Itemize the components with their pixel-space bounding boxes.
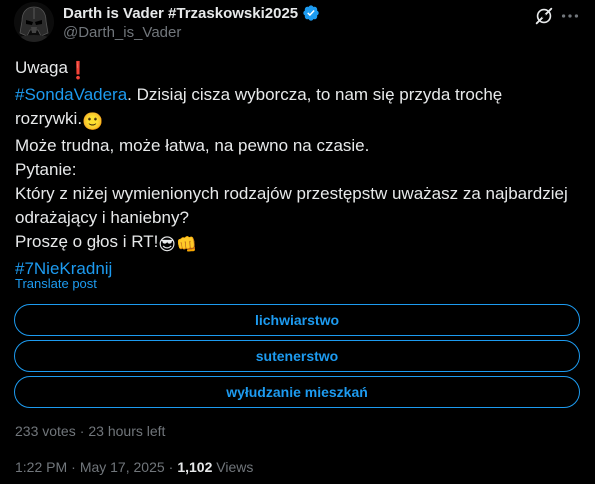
views-label: Views [216,459,254,475]
post-line: Który z niżej wymienionych rodzajów prze… [15,184,568,203]
views-count: 1,102 [177,459,213,475]
post-line: Proszę o głos i RT!😎👊 [15,230,585,257]
poll-votes: 233 votes [15,423,76,439]
poll-option[interactable]: wyłudzanie mieszkań [14,376,580,408]
post-date[interactable]: May 17, 2025 [80,459,165,475]
separator: · [79,423,85,439]
post-time[interactable]: 1:22 PM [15,459,67,475]
smiley-emoji-icon: 🙂 [82,112,104,131]
post-line: rozrywki.🙂 [15,107,585,134]
avatar[interactable] [14,2,54,42]
post-text-segment: . Dzisiaj cisza wyborcza, to nam się prz… [127,85,503,104]
post-line: odrażający i haniebny? [15,208,189,227]
poll: lichwiarstwo sutenerstwo wyłudzanie mies… [14,304,580,412]
fist-emoji-icon: 👊 [176,235,198,254]
user-handle[interactable]: @Darth_is_Vader [63,24,181,41]
post-card: Darth is Vader #Trzaskowski2025 @Darth_i… [0,0,595,484]
name-line: Darth is Vader #Trzaskowski2025 [63,4,320,22]
post-timestamp-row: 1:22 PM · May 17, 2025 · 1,102 Views [15,459,253,475]
hashtag-link[interactable]: #SondaVadera [15,85,127,104]
more-options-icon[interactable] [559,5,581,27]
separator: · [71,459,76,475]
poll-meta: 233 votes · 23 hours left [15,423,165,439]
post-line: Może trudna, może łatwa, na pewno na cza… [15,136,370,155]
poll-option[interactable]: lichwiarstwo [14,304,580,336]
post-header: Darth is Vader #Trzaskowski2025 @Darth_i… [14,2,581,44]
post-line: #SondaVadera. Dzisiaj cisza wyborcza, to… [15,83,585,107]
post-line: Uwaga❗ [15,56,585,83]
post-text-segment: rozrywki. [15,109,83,128]
display-name[interactable]: Darth is Vader #Trzaskowski2025 [63,5,298,22]
verified-badge-icon [302,4,320,22]
poll-option[interactable]: sutenerstwo [14,340,580,372]
poll-time-left: 23 hours left [88,423,166,439]
separator: · [168,459,174,475]
post-line: #7NieKradnij [15,257,585,281]
darth-vader-helmet-avatar-icon [14,2,54,42]
post-text-segment: Proszę o głos i RT! [15,232,159,251]
exclamation-emoji-icon: ❗ [67,61,90,80]
sunglasses-emoji-icon: 😎 [158,235,177,254]
post-text-segment: Uwaga [15,58,68,77]
post-text: Uwaga❗ #SondaVadera. Dzisiaj cisza wybor… [15,56,585,281]
grok-icon[interactable] [533,5,555,27]
translate-post-link[interactable]: Translate post [15,276,97,291]
post-line: Pytanie: [15,160,77,179]
